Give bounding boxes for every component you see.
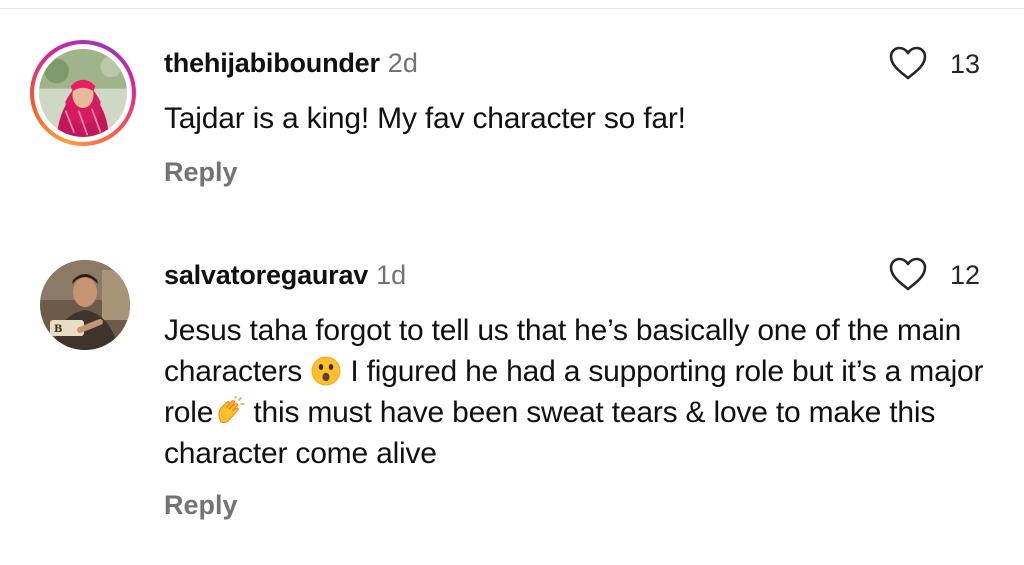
comment-item: thehijabibounder 2d Tajdar is a king! My … <box>0 0 1024 230</box>
comment-meta: thehijabibounder 2d <box>164 48 418 78</box>
clapping-hands-icon <box>218 396 246 424</box>
astonished-face-icon <box>311 356 341 386</box>
comment-text: Tajdar is a king! My fav character so fa… <box>164 102 686 135</box>
avatar-story-ring[interactable] <box>30 40 136 146</box>
svg-text:B: B <box>54 324 62 335</box>
comment-meta: salvatoregaurav 1d <box>164 260 406 290</box>
avatar[interactable]: B <box>40 260 130 350</box>
timestamp: 1d <box>376 260 407 290</box>
like-count: 12 <box>950 260 981 290</box>
comment-text-part: this must have been sweat tears & love t… <box>164 396 936 470</box>
comment-text: Jesus taha forgot to tell us that he’s b… <box>164 310 1004 474</box>
heart-outline-icon[interactable] <box>888 45 928 81</box>
avatar-image: B <box>40 260 130 350</box>
comment-item: B salvatoregaurav 1d Jesus taha forgot to… <box>0 230 1024 560</box>
username[interactable]: salvatoregaurav <box>164 260 368 290</box>
username[interactable]: thehijabibounder <box>164 48 380 78</box>
avatar <box>39 49 127 137</box>
reply-button[interactable]: Reply <box>164 490 238 521</box>
heart-outline-icon[interactable] <box>888 256 928 292</box>
timestamp: 2d <box>387 48 418 78</box>
like-count: 13 <box>950 49 981 79</box>
reply-button[interactable]: Reply <box>164 157 238 188</box>
